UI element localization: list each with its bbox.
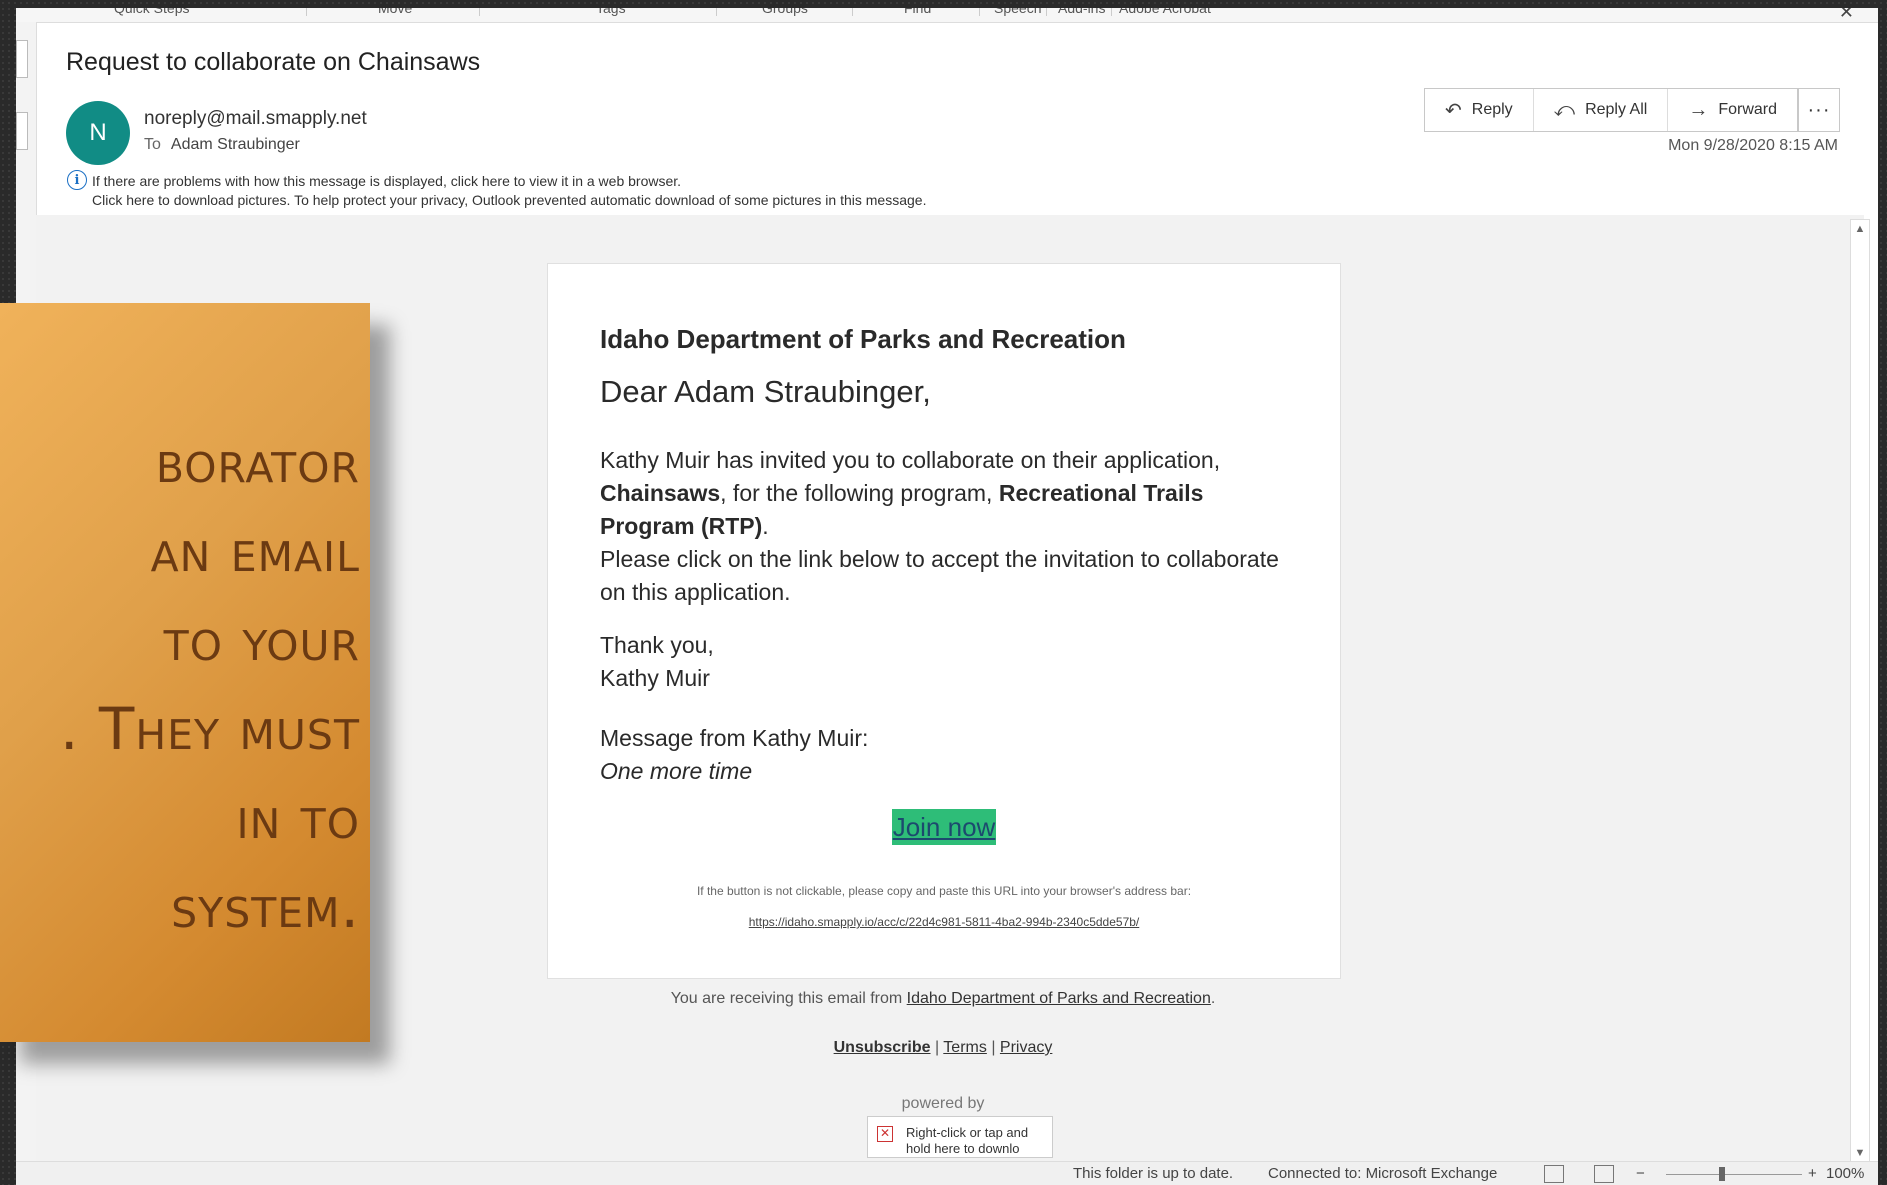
ribbon-group-labels: Quick Steps Move Tags Groups Find Speech…	[16, 8, 1878, 23]
signature: Thank you, Kathy Muir	[600, 629, 714, 695]
more-actions-button[interactable]: ···	[1798, 88, 1840, 132]
vertical-scrollbar[interactable]: ▲ ▼	[1850, 219, 1870, 1163]
invite-text-2: , for the following program,	[720, 480, 993, 506]
ribbon-groups[interactable]: Groups	[762, 8, 808, 16]
view-in-browser-notice[interactable]: If there are problems with how this mess…	[92, 172, 926, 191]
unsubscribe-link[interactable]: Unsubscribe	[834, 1039, 931, 1056]
slide-callout-box: borator an email to your . They must in …	[0, 303, 370, 1042]
personal-message: Message from Kathy Muir: One more time	[600, 722, 868, 788]
ribbon-add-ins[interactable]: Add-ins	[1058, 8, 1105, 16]
callout-line: system.	[171, 873, 360, 941]
reply-all-button[interactable]: ⤺ Reply All	[1534, 89, 1669, 131]
forward-icon: →	[1688, 98, 1709, 121]
info-bar[interactable]: If there are problems with how this mess…	[92, 172, 926, 210]
reply-label: Reply	[1471, 101, 1513, 118]
sender-address[interactable]: noreply@mail.smapply.net	[144, 108, 367, 130]
callout-line: in to	[236, 784, 360, 852]
organization-link[interactable]: Idaho Department of Parks and Recreation	[907, 990, 1211, 1007]
link-separator: |	[991, 1039, 996, 1056]
invitation-paragraph: Kathy Muir has invited you to collaborat…	[600, 444, 1290, 609]
signer-name: Kathy Muir	[600, 665, 710, 691]
ribbon-speech[interactable]: Speech	[994, 8, 1041, 16]
download-pictures-notice[interactable]: Click here to download pictures. To help…	[92, 191, 926, 210]
reply-all-icon: ⤺	[1553, 98, 1576, 121]
privacy-link[interactable]: Privacy	[1000, 1039, 1052, 1056]
reply-all-label: Reply All	[1585, 101, 1648, 118]
message-text: One more time	[600, 758, 753, 784]
ribbon-divider	[852, 8, 853, 16]
zoom-slider-thumb[interactable]	[1719, 1167, 1725, 1181]
ribbon-divider	[1111, 8, 1112, 16]
callout-text: borator an email to your . They must in …	[0, 418, 360, 952]
ribbon-divider	[979, 8, 980, 16]
zoom-out-icon[interactable]: −	[1636, 1165, 1645, 1182]
status-bar: This folder is up to date. Connected to:…	[16, 1161, 1878, 1185]
greeting: Dear Adam Straubinger,	[600, 374, 931, 409]
close-icon[interactable]: ✕	[1839, 8, 1854, 23]
callout-line: borator	[155, 428, 360, 496]
period: .	[762, 513, 769, 539]
ribbon-find[interactable]: Find	[904, 8, 931, 16]
receiving-prefix: You are receiving this email from	[670, 990, 903, 1007]
blocked-image-placeholder[interactable]: ✕ Right-click or tap and hold here to do…	[867, 1116, 1053, 1158]
signoff: Thank you,	[600, 632, 714, 658]
scroll-up-icon[interactable]: ▲	[1851, 220, 1869, 238]
ribbon-divider	[716, 8, 717, 16]
callout-line: an email	[150, 517, 360, 585]
zoom-level[interactable]: 100%	[1826, 1165, 1864, 1182]
footer-links: Unsubscribe | Terms | Privacy	[547, 1039, 1339, 1057]
rail-handle[interactable]	[16, 112, 28, 150]
message-label: Message from Kathy Muir:	[600, 725, 869, 751]
ribbon-divider	[479, 8, 480, 16]
message-datetime: Mon 9/28/2020 8:15 AM	[1668, 137, 1838, 154]
callout-line: to your	[163, 606, 360, 674]
forward-button[interactable]: → Forward	[1668, 89, 1797, 131]
zoom-slider[interactable]	[1666, 1174, 1802, 1175]
ribbon-adobe-acrobat[interactable]: Adobe Acrobat	[1119, 8, 1211, 16]
powered-by-label: powered by	[901, 1095, 985, 1112]
join-now-button[interactable]: Join now	[892, 809, 996, 845]
to-label: To	[144, 136, 161, 153]
connection-status: Connected to: Microsoft Exchange	[1268, 1165, 1498, 1182]
terms-link[interactable]: Terms	[943, 1039, 987, 1056]
forward-label: Forward	[1718, 101, 1777, 118]
invite-text: Kathy Muir has invited you to collaborat…	[600, 447, 1221, 473]
zoom-in-icon[interactable]: +	[1808, 1165, 1817, 1182]
ribbon-move[interactable]: Move	[378, 8, 412, 16]
recipient-name[interactable]: Adam Straubinger	[171, 136, 300, 153]
link-separator: |	[934, 1039, 940, 1056]
ribbon-divider	[1046, 8, 1047, 16]
blocked-image-text: Right-click or tap and hold here to down…	[906, 1125, 1029, 1156]
normal-view-icon[interactable]	[1544, 1165, 1564, 1183]
avatar[interactable]: N	[66, 101, 130, 165]
email-card: Idaho Department of Parks and Recreation…	[547, 263, 1341, 979]
reading-view-icon[interactable]	[1594, 1165, 1614, 1183]
reply-button[interactable]: ↶ Reply	[1425, 89, 1534, 131]
callout-line: . They must	[60, 695, 360, 763]
receiving-suffix: .	[1210, 990, 1216, 1007]
rail-handle[interactable]	[16, 40, 28, 78]
info-icon: i	[67, 170, 87, 190]
folder-status: This folder is up to date.	[1073, 1165, 1234, 1182]
scroll-down-icon[interactable]: ▼	[1851, 1144, 1869, 1162]
message-subject: Request to collaborate on Chainsaws	[66, 48, 481, 76]
organization-heading: Idaho Department of Parks and Recreation	[600, 324, 1126, 354]
accept-instructions: Please click on the link below to accept…	[600, 546, 1279, 605]
ribbon-divider	[306, 8, 307, 16]
invitation-url-link[interactable]: https://idaho.smapply.io/acc/c/22d4c981-…	[548, 915, 1340, 929]
message-actions: ↶ Reply ⤺ Reply All → Forward	[1424, 88, 1798, 132]
reply-icon: ↶	[1445, 99, 1462, 122]
ribbon-tags[interactable]: Tags	[596, 8, 626, 16]
ribbon-quick-steps[interactable]: Quick Steps	[114, 8, 189, 16]
fallback-instructions: If the button is not clickable, please c…	[696, 884, 1192, 898]
application-name: Chainsaws	[600, 480, 721, 506]
recipient-line: To Adam Straubinger	[144, 136, 300, 154]
broken-image-icon: ✕	[877, 1126, 893, 1142]
receiving-notice: You are receiving this email from Idaho …	[547, 990, 1339, 1008]
